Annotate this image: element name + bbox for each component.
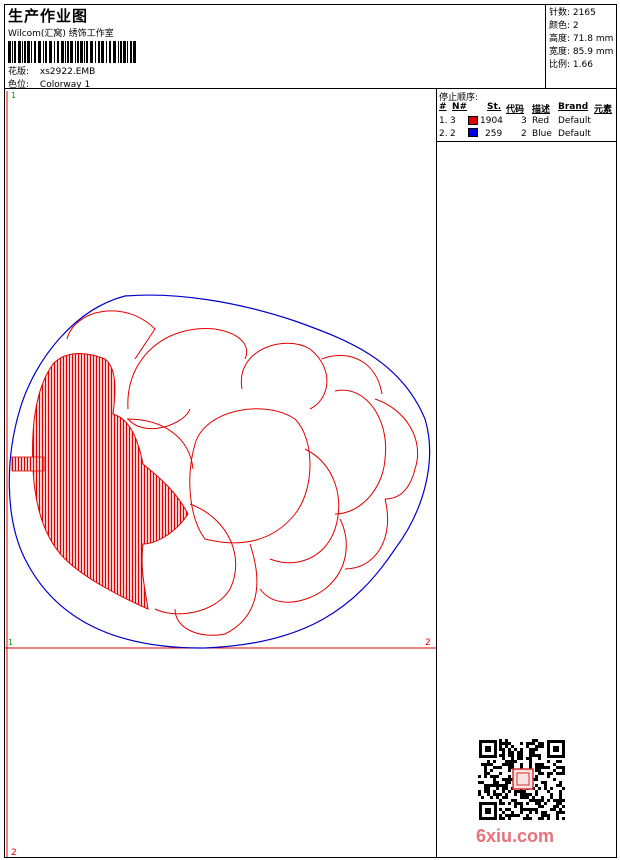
watermark-logo: 6xiu.com bbox=[476, 826, 555, 846]
row2-description: Blue bbox=[532, 129, 552, 139]
row2-stitches: 259 bbox=[485, 129, 503, 139]
height-label: 高度: bbox=[549, 34, 571, 44]
scale-row: 比例: 1.66 bbox=[549, 57, 593, 70]
canvas-marker-bottom-left: 2 bbox=[11, 848, 17, 857]
row2-needle: 2 bbox=[450, 129, 456, 139]
header-info: 生产作业图 Wilcom(汇窝) 绣饰工作室 花版: xs2922.EMB 色位… bbox=[5, 5, 545, 90]
design-file-label: 花版: bbox=[8, 67, 30, 77]
stats-panel: 针数: 2165 颜色: 2 高度: 71.8 mm 宽度: 85.9 mm 比… bbox=[545, 4, 617, 88]
col-description-header: 描述 bbox=[532, 105, 551, 115]
scale-value: 1.66 bbox=[572, 60, 593, 70]
row2-color-swatch bbox=[468, 128, 478, 137]
col-element-header: 元素 bbox=[594, 105, 613, 115]
width-label: 宽度: bbox=[549, 47, 571, 57]
company-name: Wilcom(汇窝) 绣饰工作室 bbox=[8, 29, 114, 39]
height-row: 高度: 71.8 mm bbox=[549, 31, 613, 44]
scale-label: 比例: bbox=[549, 60, 571, 70]
page-title: 生产作业图 bbox=[8, 7, 89, 25]
row1-stitches: 1904 bbox=[480, 116, 503, 126]
design-file-value: xs2922.EMB bbox=[39, 67, 96, 77]
stitch-count-label: 针数: bbox=[549, 8, 571, 18]
canvas-marker-top-left: 1 bbox=[11, 91, 16, 100]
width-value: 85.9 mm bbox=[572, 47, 614, 57]
color-count-row: 颜色: 2 bbox=[549, 18, 579, 31]
canvas-marker-mid-right: 2 bbox=[425, 638, 431, 648]
stop-sequence-divider bbox=[437, 141, 617, 142]
row1-needle: 3 bbox=[450, 116, 456, 126]
row2-brand: Default bbox=[558, 129, 591, 139]
red-fill-stub bbox=[11, 456, 45, 472]
row2-index: 2. bbox=[439, 129, 448, 139]
seal-stamp bbox=[512, 768, 534, 790]
col-stitches-header: St. bbox=[487, 102, 502, 112]
row1-color-swatch bbox=[468, 116, 478, 125]
stitch-count-row: 针数: 2165 bbox=[549, 5, 596, 18]
design-file-row: 花版: xs2922.EMB bbox=[8, 64, 95, 77]
row1-code: 3 bbox=[521, 116, 527, 126]
row1-index: 1. bbox=[439, 116, 448, 126]
row1-description: Red bbox=[532, 116, 550, 126]
height-value: 71.8 mm bbox=[572, 34, 614, 44]
col-index-header: # bbox=[439, 102, 447, 112]
col-code-header: 代码 bbox=[506, 105, 525, 115]
color-count-label: 颜色: bbox=[549, 21, 571, 31]
canvas-marker-mid-left: 1 bbox=[8, 638, 13, 647]
col-needle-header: N# bbox=[452, 102, 468, 112]
col-brand-header: Brand bbox=[558, 102, 589, 112]
design-canvas: 1 1 2 2 bbox=[5, 91, 436, 857]
qr-code-image bbox=[478, 739, 566, 821]
width-row: 宽度: 85.9 mm bbox=[549, 44, 613, 57]
barcode-image bbox=[8, 41, 136, 63]
color-count-value: 2 bbox=[572, 21, 579, 31]
row1-brand: Default bbox=[558, 116, 591, 126]
stitch-count-value: 2165 bbox=[572, 8, 596, 18]
red-fill-stitch-region bbox=[32, 353, 189, 610]
row2-code: 2 bbox=[521, 129, 527, 139]
